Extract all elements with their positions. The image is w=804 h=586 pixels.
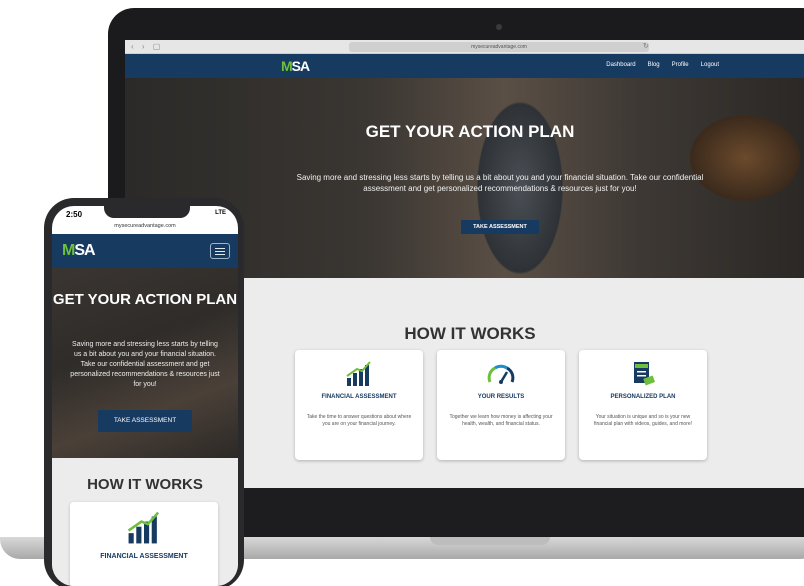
how-it-works-title: HOW IT WORKS [87,476,203,493]
bar-chart-icon [127,511,160,544]
gauge-icon [487,364,515,384]
phone-navbar: MSA [52,234,238,268]
hero-title: GET YOUR ACTION PLAN [52,291,238,308]
phone-address-bar[interactable]: mysecureadvantage.com [52,223,238,233]
laptop-notch [430,537,550,545]
phone-how-it-works-section: HOW IT WORKS FINANCIAL ASSESSMENT [52,458,238,586]
card-text: Take the time to answer questions about … [306,414,412,427]
card-financial-assessment[interactable]: FINANCIAL ASSESSMENT [70,502,218,586]
status-network: LTE [215,210,226,216]
card-your-results[interactable]: YOUR RESULTS Together we learn how money… [437,350,565,460]
msa-logo[interactable]: MSA [62,242,96,260]
status-time: 2:50 [66,210,83,219]
phone-hero-section: GET YOUR ACTION PLAN Saving more and str… [52,268,238,458]
address-bar[interactable]: mysecureadvantage.com [349,42,649,52]
phone-status-bar: 2:50 LTE [52,206,238,222]
hero-description: Saving more and stressing less starts by… [70,341,220,388]
phone-screen: 2:50 LTE mysecureadvantage.com MSA GET Y… [52,206,238,586]
card-text: Your situation is unique and so is your … [593,414,693,427]
card-title: PERSONALIZED PLAN [610,394,676,400]
product-mockup: ‹ › ▢ mysecureadvantage.com ↻ MSA Dashbo… [0,0,804,586]
take-assessment-button[interactable]: TAKE ASSESSMENT [461,220,539,234]
plan-document-icon [634,362,656,386]
nav-link-blog[interactable]: Blog [648,62,660,68]
hero-description: Saving more and stressing less starts by… [296,173,704,193]
card-text: Together we learn how money is affecting… [449,414,553,427]
nav-link-profile[interactable]: Profile [672,62,689,68]
refresh-icon[interactable]: ↻ [643,42,649,50]
browser-toolbar: ‹ › ▢ mysecureadvantage.com ↻ [125,40,804,54]
card-title: FINANCIAL ASSESSMENT [100,553,188,560]
msa-logo[interactable]: MSA [281,58,310,74]
card-title: FINANCIAL ASSESSMENT [321,394,397,400]
card-title: YOUR RESULTS [477,394,525,400]
nav-link-logout[interactable]: Logout [701,62,719,68]
take-assessment-button[interactable]: TAKE ASSESSMENT [98,410,192,432]
nav-links: Dashboard Blog Profile Logout [606,62,719,68]
menu-icon[interactable] [210,243,230,259]
card-financial-assessment[interactable]: FINANCIAL ASSESSMENT Take the time to an… [295,350,423,460]
card-personalized-plan[interactable]: PERSONALIZED PLAN Your situation is uniq… [579,350,707,460]
browser-nav-buttons[interactable]: ‹ › ▢ [131,42,163,51]
site-navbar: MSA Dashboard Blog Profile Logout [125,54,804,78]
laptop-camera [496,24,502,30]
nav-link-dashboard[interactable]: Dashboard [606,62,635,68]
bar-chart-icon [346,361,371,386]
hero-title: GET YOUR ACTION PLAN [365,122,575,141]
phone-notch [104,206,190,218]
